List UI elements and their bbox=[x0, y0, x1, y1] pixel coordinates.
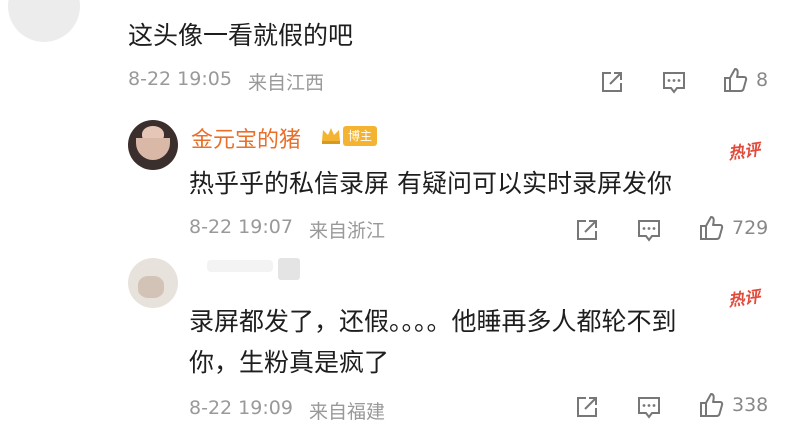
comment-location: 来自江西 bbox=[248, 72, 325, 94]
hot-comment-badge: 热评 bbox=[727, 286, 762, 311]
comment-text-line2: 你，生粉真是疯了 bbox=[189, 348, 390, 377]
like-count: 729 bbox=[732, 217, 769, 239]
avatar[interactable] bbox=[128, 258, 178, 308]
comment-text-line1: 录屏都发了，还假。。。。他睡再多人都轮不到 bbox=[189, 307, 677, 336]
like-count: 8 bbox=[756, 69, 769, 91]
comment-location: 来自福建 bbox=[309, 401, 386, 423]
badge-label: 博主 bbox=[343, 126, 378, 146]
comment-text: 热乎乎的私信录屏 有疑问可以实时录屏发你 bbox=[189, 169, 672, 198]
comment-date: 8-22 19:05 bbox=[128, 68, 232, 90]
username[interactable]: 金元宝的猪 bbox=[191, 122, 301, 154]
comment-text: 这头像一看就假的吧 bbox=[128, 21, 354, 50]
comment-date: 8-22 19:07 bbox=[189, 216, 293, 238]
avatar[interactable] bbox=[8, 0, 80, 42]
share-icon[interactable] bbox=[573, 393, 601, 421]
avatar[interactable] bbox=[128, 120, 178, 170]
blurred-username bbox=[207, 260, 273, 272]
hot-comment-badge: 热评 bbox=[727, 139, 762, 164]
share-icon[interactable] bbox=[598, 68, 626, 96]
comment-icon[interactable] bbox=[660, 68, 688, 96]
like-icon[interactable] bbox=[721, 66, 749, 94]
blurred-username bbox=[278, 258, 300, 280]
comment-icon[interactable] bbox=[635, 393, 663, 421]
comment-location: 来自浙江 bbox=[309, 220, 386, 242]
like-icon[interactable] bbox=[697, 391, 725, 419]
share-icon[interactable] bbox=[573, 216, 601, 244]
like-icon[interactable] bbox=[697, 214, 725, 242]
like-count: 338 bbox=[732, 394, 769, 416]
crown-icon bbox=[321, 126, 341, 144]
comment-date: 8-22 19:09 bbox=[189, 397, 293, 419]
comment-icon[interactable] bbox=[635, 216, 663, 244]
